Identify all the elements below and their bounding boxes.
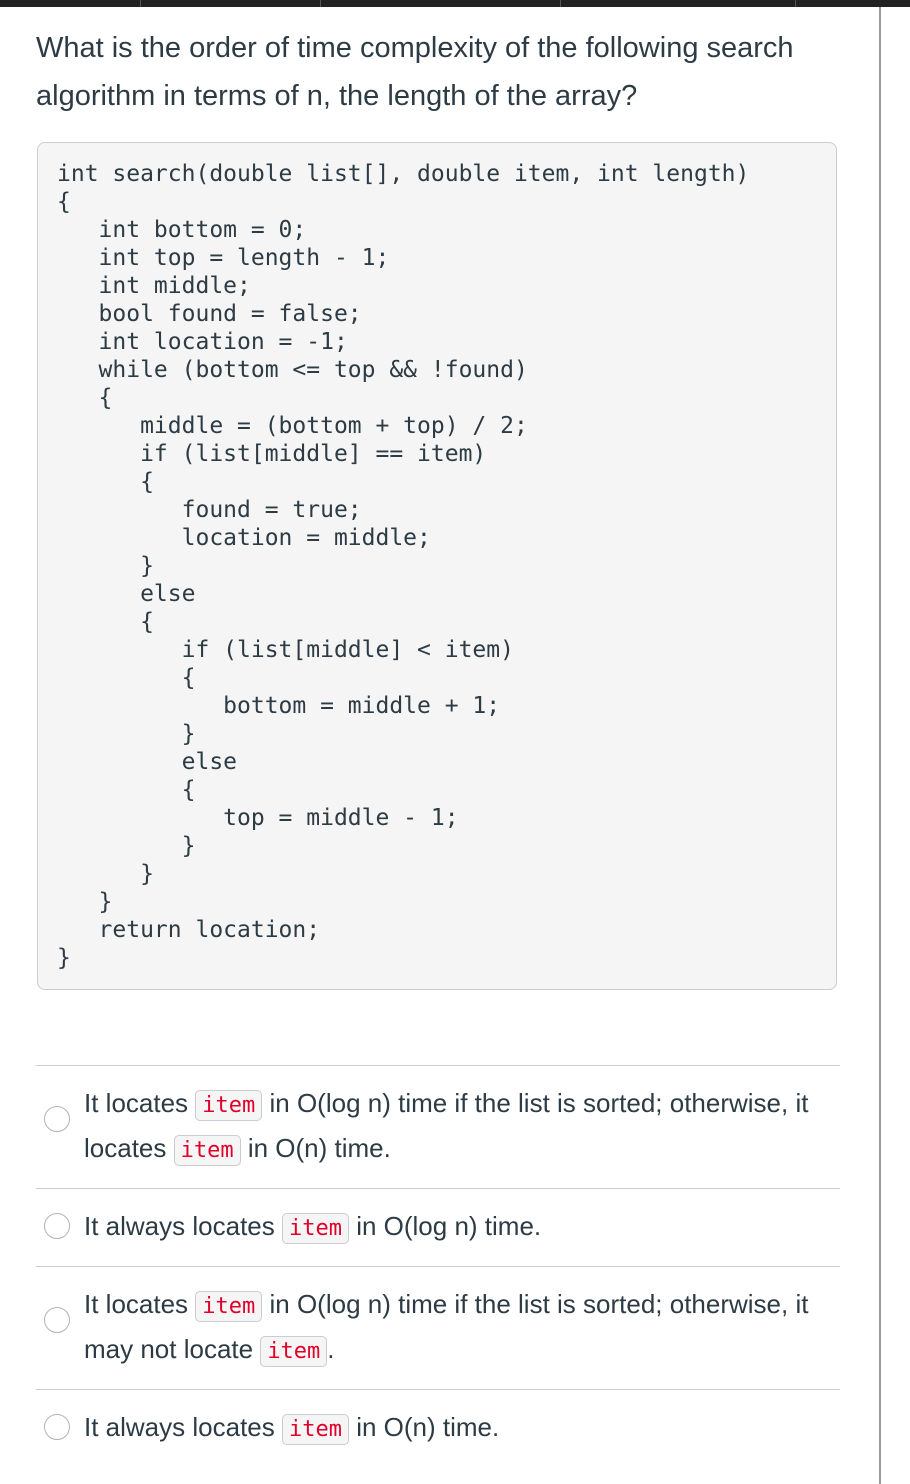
answer-option-2[interactable]: It always locates item in O(log n) time.	[36, 1188, 840, 1266]
right-divider	[879, 7, 881, 1484]
code-block: int search(double list[], double item, i…	[37, 142, 837, 990]
inline-code: item	[260, 1336, 328, 1367]
answer-option-4[interactable]: It always locates item in O(n) time.	[36, 1389, 840, 1467]
radio-button[interactable]	[44, 1213, 70, 1239]
radio-button[interactable]	[44, 1414, 70, 1440]
inline-code: item	[173, 1135, 241, 1166]
answer-option-3[interactable]: It locates item in O(log n) time if the …	[36, 1266, 840, 1389]
inline-code: item	[281, 1414, 349, 1445]
top-bar	[0, 0, 910, 7]
radio-button[interactable]	[44, 1106, 70, 1132]
answer-list: It locates item in O(log n) time if the …	[36, 1065, 840, 1467]
code-text: int search(double list[], double item, i…	[57, 161, 750, 971]
inline-code: item	[281, 1213, 349, 1244]
radio-button[interactable]	[44, 1307, 70, 1333]
answer-text: It always locates item in O(n) time.	[84, 1406, 499, 1451]
question-text: What is the order of time complexity of …	[36, 32, 794, 112]
answer-option-1[interactable]: It locates item in O(log n) time if the …	[36, 1065, 840, 1188]
inline-code: item	[195, 1090, 263, 1121]
answer-text: It locates item in O(log n) time if the …	[84, 1283, 840, 1373]
inline-code: item	[195, 1291, 263, 1322]
answer-text: It always locates item in O(log n) time.	[84, 1205, 541, 1250]
answer-text: It locates item in O(log n) time if the …	[84, 1082, 840, 1172]
